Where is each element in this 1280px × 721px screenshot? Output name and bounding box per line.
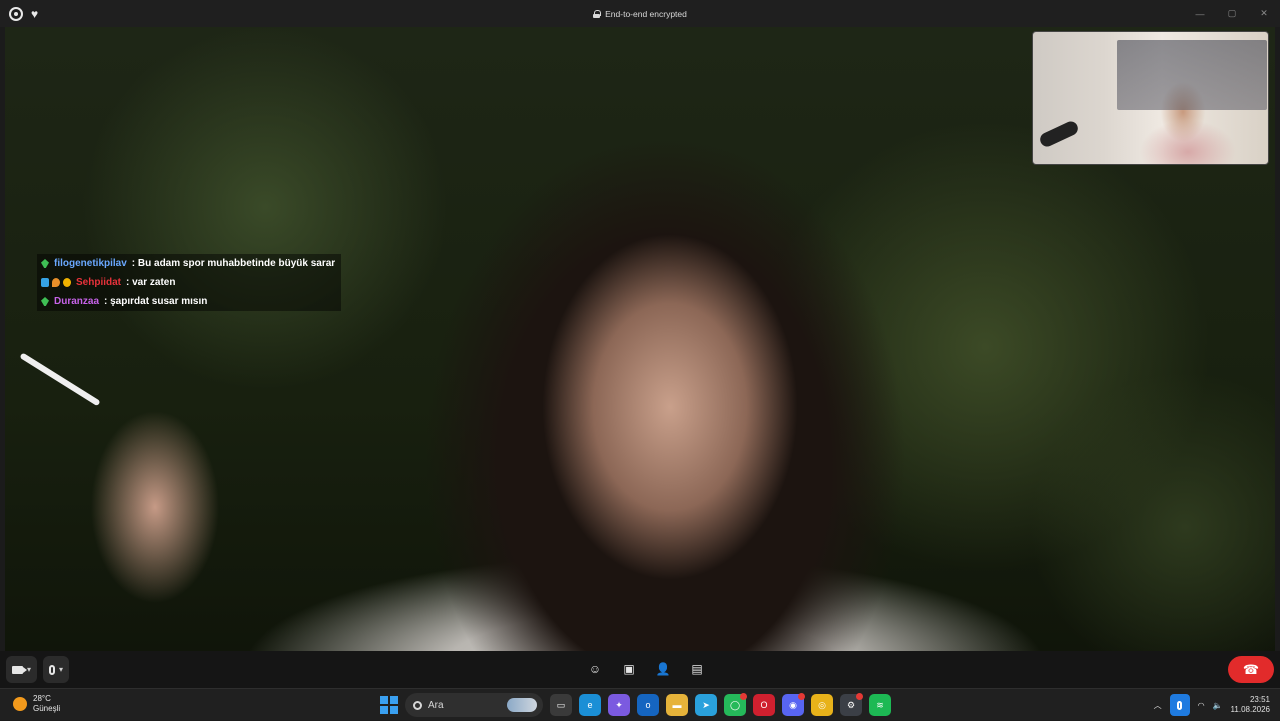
encryption-status: End-to-end encrypted xyxy=(0,0,1280,27)
outlook-app[interactable]: o xyxy=(637,694,659,716)
search-icon xyxy=(413,700,422,710)
spotify-app[interactable]: ≋ xyxy=(869,694,891,716)
self-view-detail xyxy=(1037,119,1081,149)
minimize-button[interactable]: — xyxy=(1184,0,1216,27)
start-button[interactable] xyxy=(380,696,398,714)
notification-badge xyxy=(740,693,747,700)
microphone-icon xyxy=(49,664,56,675)
opera-app[interactable]: O xyxy=(753,694,775,716)
leaf-badge-icon xyxy=(41,259,49,268)
taskbar: 28°C Güneşli Ara ▭ e ✦ o ▬ ➤ ◯ O ◉ ◎ ⚙ ≋… xyxy=(0,688,1280,720)
end-call-button[interactable]: ☎ xyxy=(1228,656,1274,683)
taskbar-search[interactable]: Ara xyxy=(405,693,543,717)
heart-icon[interactable]: ♥ xyxy=(31,8,38,20)
chrome-app[interactable]: ◎ xyxy=(811,694,833,716)
captions-icon[interactable]: ▤ xyxy=(687,659,707,679)
copilot-app[interactable]: ✦ xyxy=(608,694,630,716)
chevron-down-icon[interactable]: ▾ xyxy=(27,665,31,674)
chat-message: filogenetikpilav : Bu adam spor muhabbet… xyxy=(37,254,342,273)
clock-date: 11.08.2026 xyxy=(1230,705,1270,714)
coin-badge-icon xyxy=(63,278,71,287)
chat-overlay: filogenetikpilav : Bu adam spor muhabbet… xyxy=(37,254,342,311)
chat-username: Sehpiidat xyxy=(76,277,122,288)
leaf-badge-icon xyxy=(41,297,49,306)
video-content-detail xyxy=(19,352,101,407)
chevron-down-icon[interactable]: ▾ xyxy=(59,665,63,674)
weather-widget[interactable]: 28°C Güneşli xyxy=(13,694,60,714)
chat-message: Duranzaa : şapırdat susar mısın xyxy=(37,292,342,311)
chat-text: : var zaten xyxy=(126,277,176,288)
search-highlight-image xyxy=(507,698,537,712)
microphone-in-use-icon[interactable] xyxy=(1169,694,1190,716)
lock-icon xyxy=(593,9,602,18)
wifi-icon[interactable]: ◠ xyxy=(1198,701,1205,710)
task-view-app[interactable]: ▭ xyxy=(550,694,572,716)
chat-text: : şapırdat susar mısın xyxy=(104,296,208,307)
weather-description: Güneşli xyxy=(33,704,61,713)
emoji-icon[interactable]: ☺ xyxy=(585,659,605,679)
add-participant-icon[interactable]: 👤 xyxy=(653,659,673,679)
call-controls-bar: ▾ ▾ ☺ ▣ 👤 ▤ xyxy=(0,651,1280,688)
maximize-button[interactable]: ▢ xyxy=(1216,0,1248,27)
weather-temperature: 28°C xyxy=(33,694,51,703)
screen-share-icon[interactable]: ▣ xyxy=(619,659,639,679)
notification-badge xyxy=(856,693,863,700)
self-view-background xyxy=(1117,40,1267,110)
encryption-label: End-to-end encrypted xyxy=(605,8,687,19)
system-tray: ︿ ◠ 🔈 23:51 11.08.2026 xyxy=(1154,689,1280,721)
clock-time: 23:51 xyxy=(1249,695,1270,704)
steam-app[interactable]: ⚙ xyxy=(840,693,863,716)
volume-icon[interactable]: 🔈 xyxy=(1213,701,1223,710)
camera-toggle-button[interactable]: ▾ xyxy=(6,656,38,683)
microphone-toggle-button[interactable]: ▾ xyxy=(43,656,70,683)
sun-icon xyxy=(13,697,27,711)
end-call-icon: ☎ xyxy=(1242,661,1260,677)
whatsapp-app[interactable]: ◯ xyxy=(724,693,747,716)
chat-text: : Bu adam spor muhabbetinde büyük sarar xyxy=(131,258,336,269)
discord-app[interactable]: ◉ xyxy=(782,693,805,716)
camera-icon xyxy=(12,665,27,674)
clock[interactable]: 23:51 11.08.2026 xyxy=(1231,695,1270,715)
search-placeholder: Ara xyxy=(428,699,444,711)
close-button[interactable]: ✕ xyxy=(1248,0,1280,27)
whatsapp-icon[interactable] xyxy=(9,6,23,21)
chat-username: Duranzaa xyxy=(54,296,100,307)
chat-message: Sehpiidat : var zaten xyxy=(37,273,342,292)
cube-badge-icon xyxy=(41,278,49,287)
self-view-video[interactable] xyxy=(1032,31,1269,165)
chevron-up-icon[interactable]: ︿ xyxy=(1154,700,1162,711)
file-explorer-app[interactable]: ▬ xyxy=(666,694,688,716)
chat-username: filogenetikpilav xyxy=(54,258,127,269)
title-bar: ♥ End-to-end encrypted — ▢ ✕ xyxy=(0,0,1280,27)
telegram-app[interactable]: ➤ xyxy=(695,694,717,716)
edge-app[interactable]: e xyxy=(579,694,601,716)
notification-badge xyxy=(798,693,805,700)
drop-badge-icon xyxy=(52,278,60,287)
